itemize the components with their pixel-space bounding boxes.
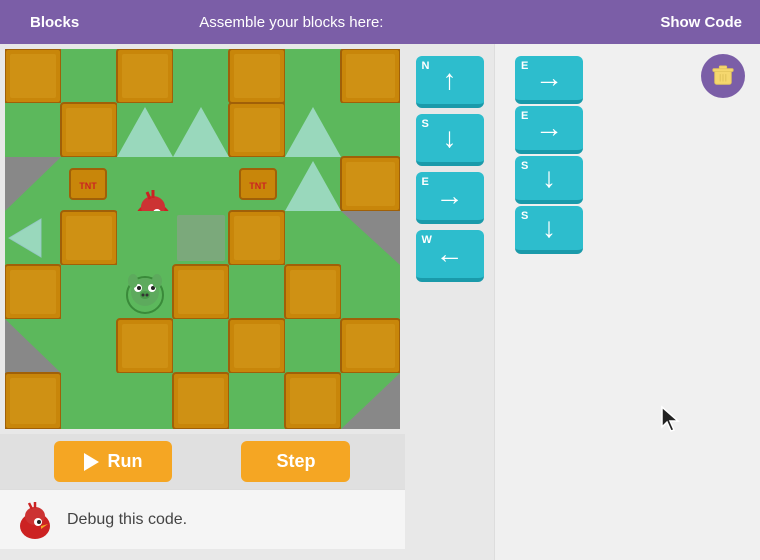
- run-button[interactable]: Run: [54, 441, 172, 482]
- right-panel: N S E W: [405, 44, 760, 560]
- debug-bird-icon: [15, 500, 55, 540]
- step-button[interactable]: Step: [241, 441, 350, 482]
- block-N[interactable]: N: [416, 56, 484, 108]
- debug-message: Debug this code.: [67, 511, 187, 529]
- assembled-block-E2[interactable]: E: [515, 106, 583, 154]
- game-panel: TNT TNT: [0, 44, 405, 560]
- debug-area: Debug this code.: [0, 489, 405, 549]
- block-E[interactable]: E: [416, 172, 484, 224]
- game-controls: Run Step: [0, 434, 405, 489]
- arrow-right-icon: [436, 180, 464, 212]
- block-W[interactable]: W: [416, 230, 484, 282]
- arrow-down-icon: [443, 122, 457, 154]
- assembled-arrow-down-2-icon: [542, 212, 556, 244]
- assembled-S1-label: S: [521, 160, 528, 172]
- game-grid-svg: TNT TNT: [5, 49, 400, 429]
- game-grid-container: TNT TNT: [5, 49, 400, 429]
- blocks-column: N S E W: [405, 44, 495, 560]
- block-S[interactable]: S: [416, 114, 484, 166]
- trash-button[interactable]: [701, 54, 745, 98]
- assembled-E1-label: E: [521, 60, 528, 72]
- assembled-block-S1[interactable]: S: [515, 156, 583, 204]
- block-W-label: W: [422, 234, 432, 246]
- blocks-label: Blocks: [10, 14, 99, 31]
- cursor-indicator: [660, 405, 680, 440]
- assembled-arrow-right-1-icon: [535, 62, 563, 94]
- header: Blocks Assemble your blocks here: Show C…: [0, 0, 760, 44]
- arrow-left-icon: [436, 238, 464, 270]
- assembled-block-E1[interactable]: E: [515, 56, 583, 104]
- run-label: Run: [107, 451, 142, 472]
- assembled-arrow-right-2-icon: [535, 112, 563, 144]
- assembled-block-S2[interactable]: S: [515, 206, 583, 254]
- show-code-button[interactable]: Show Code: [652, 10, 750, 35]
- play-icon: [84, 453, 99, 471]
- block-S-label: S: [422, 118, 429, 130]
- assembled-E2-label: E: [521, 110, 528, 122]
- assemble-area: E E S S: [495, 44, 760, 560]
- step-label: Step: [276, 451, 315, 471]
- trash-icon: [712, 65, 734, 87]
- block-N-label: N: [422, 60, 430, 72]
- block-E-label: E: [422, 176, 429, 188]
- arrow-up-icon: [443, 64, 457, 96]
- svg-text:TNT: TNT: [249, 181, 267, 191]
- svg-text:TNT: TNT: [79, 181, 97, 191]
- assembled-blocks-group: E E S S: [515, 56, 583, 254]
- cursor-icon: [660, 405, 680, 433]
- assembled-S2-label: S: [521, 210, 528, 222]
- main-content: TNT TNT: [0, 44, 760, 560]
- assembled-arrow-down-1-icon: [542, 162, 556, 194]
- assemble-label: Assemble your blocks here:: [119, 14, 652, 31]
